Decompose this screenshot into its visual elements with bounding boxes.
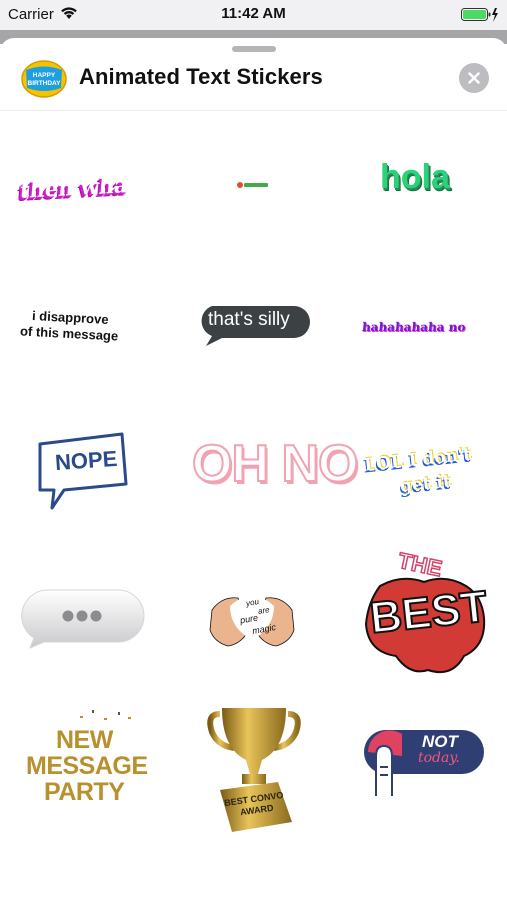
sticker-nope[interactable]: NOPE <box>34 428 132 512</box>
sticker-sheet: HAPPY BIRTHDAY Animated Text Stickers th… <box>0 38 507 900</box>
clock: 11:42 AM <box>221 5 286 22</box>
sticker-pure-magic[interactable]: you are pure magic <box>208 588 296 650</box>
sticker-text: hahahahaha no <box>361 320 467 334</box>
close-x-icon <box>468 72 480 84</box>
sticker-new-message-party[interactable]: NEW MESSAGE PARTY <box>26 708 148 808</box>
sticker-text: then wha <box>18 172 129 203</box>
sticker-text: get it <box>399 471 452 497</box>
close-button[interactable] <box>459 63 489 93</box>
sticker-text: today. <box>418 750 460 766</box>
sticker-hola[interactable]: hola <box>378 158 473 202</box>
sticker-i-disapprove[interactable]: i disapprove of this message <box>18 308 148 350</box>
typing-indicator-icon <box>21 589 145 649</box>
sticker-thats-silly[interactable]: that's silly <box>196 304 312 348</box>
sticker-text: PARTY <box>44 778 125 806</box>
sticker-best-convo-award[interactable]: BEST CONVO AWARD <box>206 704 302 834</box>
battery-icon <box>461 7 499 28</box>
sticker-typing-bubble[interactable] <box>18 584 146 650</box>
sticker-text: MESSAGE <box>26 752 148 780</box>
sticker-oh-no[interactable]: OH NO <box>191 434 359 498</box>
sticker-then-wha[interactable]: then wha <box>18 170 129 210</box>
sticker-hahaha-no[interactable]: hahahahaha no <box>361 320 490 344</box>
sticker-text: OH NO <box>191 434 359 494</box>
sheet-title: Animated Text Stickers <box>79 64 323 89</box>
sticker-text: LOL I don't <box>363 444 472 476</box>
sticker-lol[interactable]: LOL I don't get it <box>363 444 492 502</box>
svg-text:BIRTHDAY: BIRTHDAY <box>28 80 62 87</box>
sticker-text: NOT <box>422 732 458 751</box>
status-bar: Carrier 11:42 AM <box>0 0 507 30</box>
confetti-icon <box>80 710 131 720</box>
sticker-text: that's silly <box>208 309 290 330</box>
tiny-logo-icon <box>237 182 268 188</box>
sticker-tiny-logo[interactable] <box>236 178 270 190</box>
sticker-text: NEW <box>56 726 113 754</box>
svg-text:HAPPY: HAPPY <box>33 72 56 79</box>
sticker-text: NOPE <box>54 445 119 476</box>
happy-birthday-app-icon: HAPPY BIRTHDAY <box>21 60 67 98</box>
sticker-text: hola <box>380 158 450 196</box>
sticker-not-today[interactable]: NOT today. <box>362 726 486 798</box>
sheet-header: HAPPY BIRTHDAY Animated Text Stickers <box>0 52 507 111</box>
sticker-the-best[interactable]: THE BEST <box>360 547 491 682</box>
